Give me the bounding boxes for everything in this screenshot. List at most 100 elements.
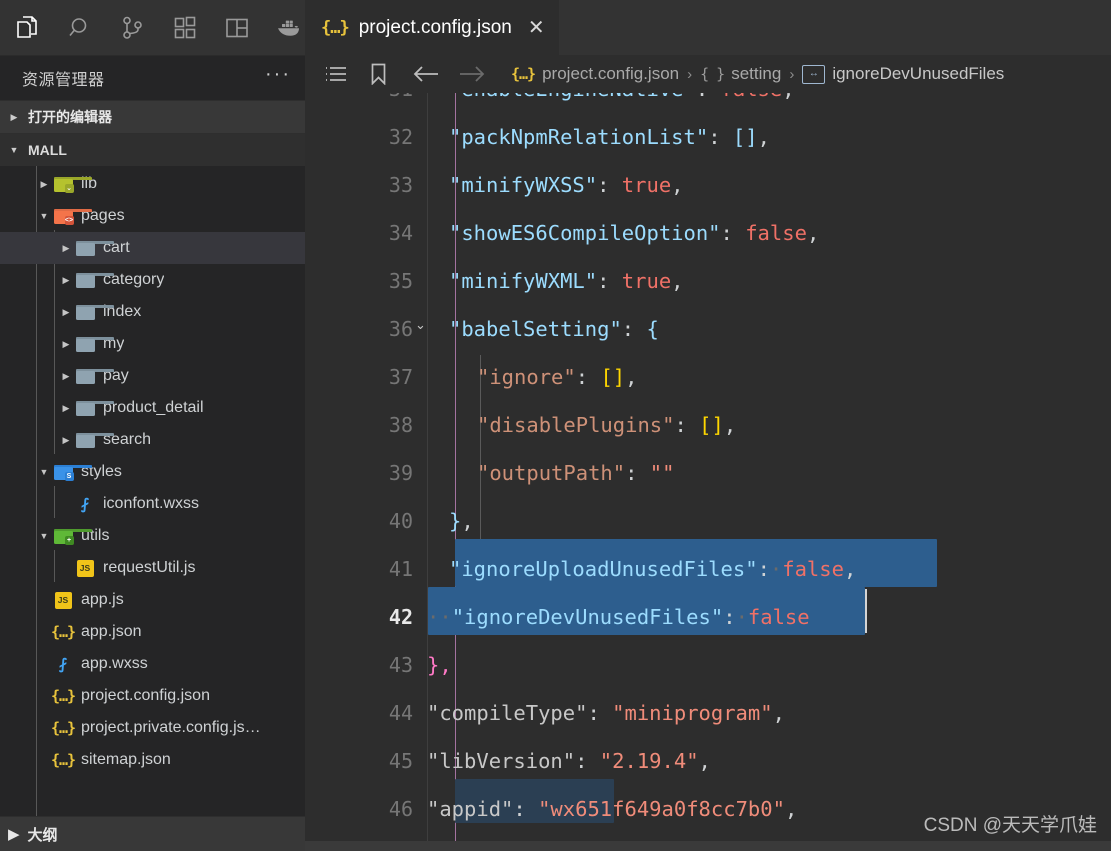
punct: , (625, 365, 638, 389)
tree-item-project-private-config-js-[interactable]: ▶{…}project.private.config.js… (0, 712, 305, 744)
punct: : (723, 605, 736, 629)
chevron-right-icon[interactable]: ▶ (58, 371, 74, 382)
file-tree[interactable]: ▶ ⌄ lib ▼ <> pages ▶ cart ▶ category ▶ index ▶ my ▶ pay… (0, 166, 305, 816)
tree-item-pay[interactable]: ▶ pay (0, 360, 305, 392)
punct: , (723, 413, 737, 437)
code-line[interactable]: 44 "compileType": "miniprogram", (305, 689, 1111, 737)
json-key: "disablePlugins" (477, 413, 675, 437)
breadcrumb-label: project.config.json (542, 64, 680, 83)
json-key: "libVersion" (427, 749, 576, 773)
chevron-down-icon[interactable]: ▼ (36, 467, 52, 477)
code-line-text: "outputPath": "" (427, 461, 674, 485)
layout-editor-icon[interactable] (221, 11, 253, 45)
code-line[interactable]: 33 "minifyWXSS": true, (305, 161, 1111, 209)
tree-item-app-js[interactable]: ▶JSapp.js (0, 584, 305, 616)
extensions-icon[interactable] (169, 11, 201, 45)
code-line-text: "ignoreUploadUnusedFiles":·false, (427, 557, 856, 581)
explorer-icon[interactable] (12, 11, 44, 45)
punct: : (696, 93, 721, 101)
json-key: "outputPath" (477, 461, 626, 485)
chevron-right-icon[interactable]: ▶ (58, 403, 74, 414)
chevron-right-icon[interactable]: ▶ (58, 243, 74, 254)
tree-item-styles[interactable]: ▼ Sstyles (0, 456, 305, 488)
sidebar-section-outline[interactable]: ▶ 大纲 (0, 816, 305, 851)
code-line[interactable]: 42 ··"ignoreDevUnusedFiles":·false (305, 593, 1111, 641)
chevron-right-icon[interactable]: ▶ (58, 435, 74, 446)
source-control-icon[interactable] (116, 11, 148, 45)
tab-label: project.config.json (358, 16, 512, 38)
tree-item-search[interactable]: ▶ search (0, 424, 305, 456)
tree-item-app-json[interactable]: ▶{…}app.json (0, 616, 305, 648)
whitespace-dot: · (769, 557, 783, 581)
chevron-right-icon: ▶ (8, 826, 20, 843)
breadcrumb-label: ignoreDevUnusedFiles (832, 64, 1005, 83)
chevron-right-icon[interactable]: ▶ (36, 179, 52, 190)
navigate-forward-icon[interactable] (455, 59, 489, 89)
tree-item-product-detail[interactable]: ▶ product_detail (0, 392, 305, 424)
chevron-right-icon[interactable]: ▶ (58, 339, 74, 350)
line-number: 39 (388, 461, 413, 485)
sidebar-section-mall[interactable]: ▼ MALL (0, 133, 305, 166)
json-value: "miniprogram" (612, 701, 773, 725)
breadcrumb-item-symbol[interactable]: ↔ ignoreDevUnusedFiles (802, 64, 1004, 84)
tree-item-category[interactable]: ▶ category (0, 264, 305, 296)
bookmark-icon[interactable] (361, 59, 395, 89)
code-line[interactable]: 39 "outputPath": "" (305, 449, 1111, 497)
breadcrumb-item-setting[interactable]: { } setting (700, 64, 781, 84)
sidebar-section-open-editors[interactable]: ▶ 打开的编辑器 (0, 100, 305, 133)
docker-icon[interactable] (273, 11, 305, 45)
code-line[interactable]: 37 "ignore": [], (305, 353, 1111, 401)
tree-item-pages[interactable]: ▼ <> pages (0, 200, 305, 232)
code-editor[interactable]: 31 "enableEngineNative": false, 32 "pack… (305, 93, 1111, 851)
code-line[interactable]: 31 "enableEngineNative": false, (305, 93, 1111, 113)
code-line-text: "compileType": "miniprogram", (427, 701, 785, 725)
json-value: [] (732, 125, 758, 149)
code-line[interactable]: 46 "appid": "wx651f649a0f8cc7b0", (305, 785, 1111, 833)
tree-item-project-config-json[interactable]: ▶{…}project.config.json (0, 680, 305, 712)
tree-item-cart[interactable]: ▶ cart (0, 232, 305, 264)
chevron-right-icon[interactable]: ▶ (58, 307, 74, 318)
code-line[interactable]: 43 }, (305, 641, 1111, 689)
chevron-right-icon[interactable]: ▶ (58, 275, 74, 286)
tree-item-label: app.wxss (81, 655, 148, 672)
json-value: "" (649, 461, 675, 485)
navigate-back-icon[interactable] (409, 59, 443, 89)
line-number: 31 (305, 93, 427, 101)
json-key: "packNpmRelationList" (449, 125, 709, 149)
code-line[interactable]: 34 "showES6CompileOption": false, (305, 209, 1111, 257)
explorer-more-actions-button[interactable]: ··· (265, 64, 291, 87)
code-line[interactable]: 35 "minifyWXML": true, (305, 257, 1111, 305)
tree-item-utils[interactable]: ▼ + utils (0, 520, 305, 552)
code-line[interactable]: 32 "packNpmRelationList": [], (305, 113, 1111, 161)
close-icon[interactable]: ✕ (528, 18, 545, 38)
tree-item-index[interactable]: ▶ index (0, 296, 305, 328)
code-line[interactable]: 36 ⌄ "babelSetting": { (305, 305, 1111, 353)
code-line[interactable]: 41 "ignoreUploadUnusedFiles":·false, (305, 545, 1111, 593)
folder-plain-icon (74, 238, 114, 258)
code-line-text: "babelSetting": { (427, 317, 659, 341)
editor-tab-bar: {…} project.config.json ✕ (305, 0, 1111, 55)
tree-item-my[interactable]: ▶ my (0, 328, 305, 360)
tree-item-lib[interactable]: ▶ ⌄ lib (0, 168, 305, 200)
code-line-text: "disablePlugins": [], (427, 413, 736, 437)
tree-item-sitemap-json[interactable]: ▶{…}sitemap.json (0, 744, 305, 776)
line-number: 43 (388, 653, 413, 677)
tree-item-app-wxss[interactable]: ▶⨏app.wxss (0, 648, 305, 680)
tree-item-iconfont-wxss[interactable]: ▶⨏iconfont.wxss (0, 488, 305, 520)
code-line[interactable]: 45 "libVersion": "2.19.4", (305, 737, 1111, 785)
outline-list-icon[interactable] (319, 59, 353, 89)
chevron-down-icon[interactable]: ▼ (36, 531, 52, 541)
code-line[interactable]: 40 }, (305, 497, 1111, 545)
code-line[interactable]: 38 "disablePlugins": [], (305, 401, 1111, 449)
breadcrumb-item-file[interactable]: {…} project.config.json (511, 64, 679, 84)
explorer-header: 资源管理器 ··· (0, 56, 305, 100)
fold-chevron-down-icon[interactable]: ⌄ (415, 317, 426, 333)
punct: : (674, 413, 700, 437)
tab-project-config-json[interactable]: {…} project.config.json ✕ (305, 0, 559, 55)
tree-item-requestutil-js[interactable]: ▶JSrequestUtil.js (0, 552, 305, 584)
punct: : (708, 125, 733, 149)
search-icon[interactable] (64, 11, 96, 45)
chevron-down-icon[interactable]: ▼ (36, 211, 52, 221)
tree-item-label: iconfont.wxss (103, 495, 200, 512)
json-value: false (721, 93, 783, 101)
